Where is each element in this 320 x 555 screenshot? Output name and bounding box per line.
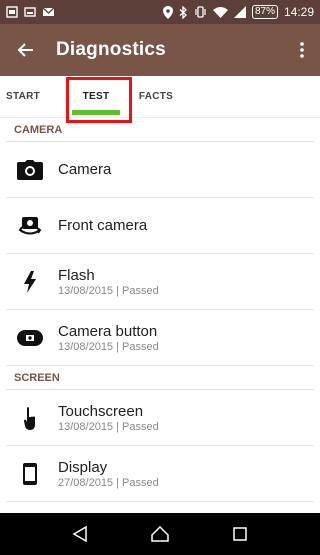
clock: 14:29	[283, 5, 314, 19]
notification-icons	[6, 6, 55, 18]
system-icons: 87% 14:29	[162, 5, 314, 19]
test-list: CAMERA Camera Front camera Flash 13/08/2…	[0, 118, 320, 513]
list-item-title: Touchscreen	[58, 402, 144, 420]
tab-test[interactable]: TEST	[64, 76, 128, 118]
tab-start[interactable]: START	[0, 76, 64, 118]
back-button[interactable]	[10, 34, 42, 66]
tab-bar: START TEST FACTS	[0, 76, 320, 118]
list-item-title: Camera	[58, 161, 112, 178]
active-tab-indicator	[72, 109, 120, 115]
list-item-status: 27/08/2015 | Passed	[58, 476, 159, 489]
list-item-touchscreen[interactable]: Touchscreen 13/08/2015 | Passed	[6, 390, 314, 446]
recents-icon	[233, 527, 247, 541]
front-camera-icon	[6, 215, 58, 237]
camera-button-icon	[6, 329, 58, 346]
list-item-title: Front camera	[58, 217, 148, 234]
mail-notification-icon	[42, 6, 55, 18]
list-item-status: 13/08/2015 | Passed	[58, 420, 159, 433]
list-item-display[interactable]: Display 27/08/2015 | Passed	[6, 446, 314, 502]
touch-icon	[6, 406, 58, 430]
screenshot-notification-icon	[6, 6, 18, 18]
battery-indicator: 87%	[251, 5, 278, 19]
image-notification-icon	[24, 6, 36, 18]
tab-start-label: START	[6, 91, 41, 102]
list-item-front-camera[interactable]: Front camera	[6, 198, 314, 254]
signal-icon	[233, 6, 246, 18]
tab-facts[interactable]: FACTS	[128, 76, 184, 118]
navigation-bar	[0, 513, 320, 555]
nav-recents-button[interactable]	[220, 514, 260, 554]
nav-back-button[interactable]	[60, 514, 100, 554]
page-title: Diagnostics	[56, 39, 166, 60]
section-header-camera: CAMERA	[6, 118, 314, 142]
bluetooth-icon	[179, 5, 188, 19]
list-item-status: 13/08/2015 | Passed	[58, 340, 159, 353]
location-icon	[162, 5, 173, 19]
list-item-title: Display	[58, 458, 108, 476]
list-item-camera[interactable]: Camera	[6, 142, 314, 198]
tab-test-label: TEST	[82, 91, 110, 102]
status-bar: 87% 14:29	[0, 0, 320, 24]
home-icon	[151, 526, 169, 542]
vibrate-icon	[194, 6, 207, 18]
overflow-menu-button[interactable]	[290, 34, 314, 66]
back-triangle-icon	[72, 526, 87, 542]
tab-facts-label: FACTS	[138, 91, 174, 102]
nav-home-button[interactable]	[140, 514, 180, 554]
more-vert-icon	[300, 42, 304, 58]
list-item-flash[interactable]: Flash 13/08/2015 | Passed	[6, 254, 314, 310]
list-item-camera-button[interactable]: Camera button 13/08/2015 | Passed	[6, 310, 314, 366]
camera-icon	[6, 159, 58, 180]
wifi-icon	[212, 6, 228, 18]
app-bar: Diagnostics	[0, 24, 320, 76]
list-item-status: 13/08/2015 | Passed	[58, 284, 159, 297]
list-item-title: Camera button	[58, 322, 158, 340]
display-icon	[6, 462, 58, 485]
flash-icon	[6, 270, 58, 293]
list-item-title: Flash	[58, 266, 95, 284]
back-arrow-icon	[17, 43, 33, 57]
screen: 87% 14:29 Diagnostics START TEST FACTS C…	[0, 0, 320, 555]
section-header-screen: SCREEN	[6, 366, 314, 390]
